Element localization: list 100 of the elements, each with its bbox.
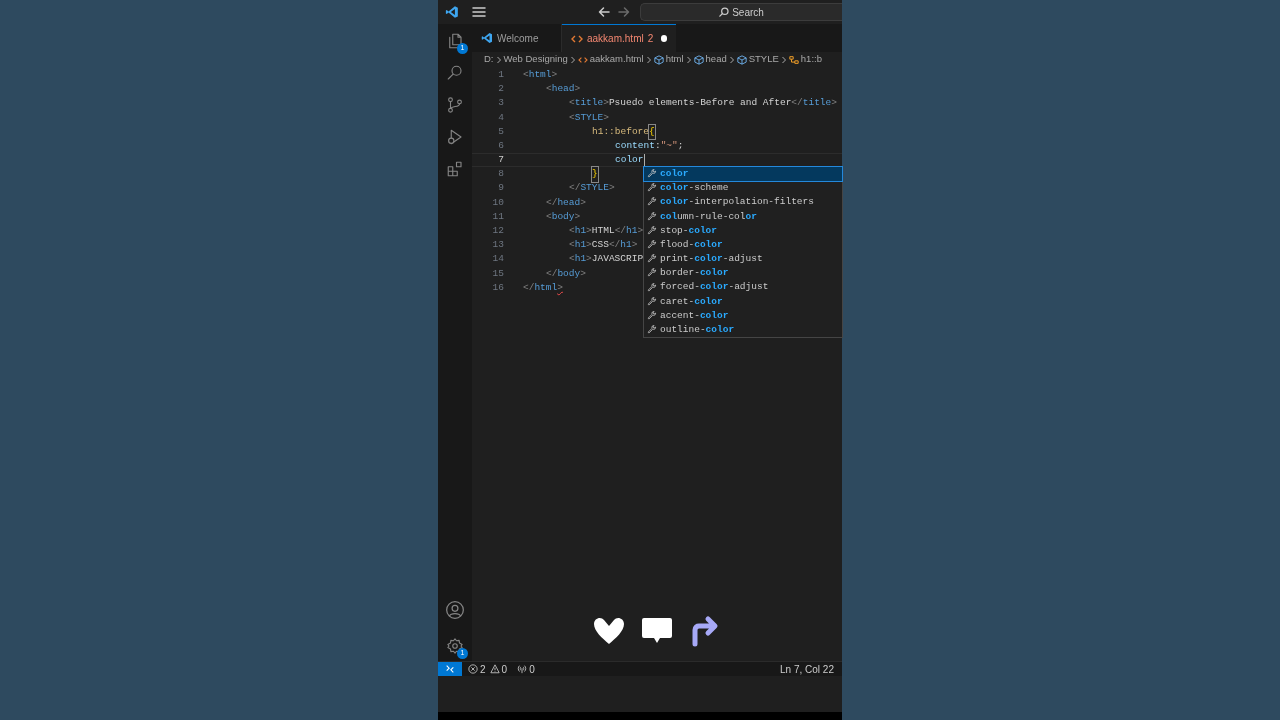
menu-icon[interactable]: [472, 6, 486, 18]
suggestion-item[interactable]: outline-color: [644, 323, 842, 338]
wrench-icon: [647, 225, 657, 236]
line-number: 3: [497, 96, 504, 111]
wrench-icon: [647, 197, 657, 208]
editor-tab[interactable]: aakkam.html 2: [562, 24, 676, 52]
code-line: content:"~";: [615, 138, 684, 153]
code-line: <title>Psuedo elements-Before and After</title>: [569, 96, 837, 111]
breadcrumb-item[interactable]: STYLE: [748, 52, 779, 67]
forward-arrow-icon[interactable]: [618, 6, 630, 18]
ports-count[interactable]: 0: [529, 661, 535, 677]
line-number: 4: [497, 110, 504, 125]
chevron-icon: [780, 55, 787, 64]
code-line: color: [615, 153, 645, 168]
wrench-icon: [647, 296, 657, 307]
code-line: </html>: [523, 280, 563, 295]
cube-icon: [653, 54, 664, 65]
suggestion-item[interactable]: print-color-adjust: [644, 252, 842, 267]
breadcrumb-item[interactable]: h1::b: [800, 52, 822, 67]
line-number: 13: [491, 238, 504, 253]
code-line: <h1>HTML</h1>: [569, 224, 644, 239]
run-debug-icon[interactable]: [446, 128, 464, 146]
wrench-icon: [647, 169, 657, 180]
breadcrumb-item[interactable]: D:: [484, 52, 494, 67]
explorer-icon[interactable]: [446, 32, 464, 50]
remote-icon: [445, 664, 455, 674]
code-file-icon: [571, 33, 583, 44]
error-icon: [468, 664, 478, 674]
code-line: <html>: [523, 67, 558, 82]
chevron-icon: [495, 55, 502, 64]
vscode-logo-icon: [481, 32, 493, 44]
chevron-icon: [728, 55, 735, 64]
wrench-icon: [647, 254, 657, 265]
breadcrumb-item[interactable]: head: [705, 52, 727, 67]
line-number: 10: [491, 195, 504, 210]
line-number: 7: [497, 153, 504, 168]
suggestion-item[interactable]: color-interpolation-filters: [644, 195, 842, 210]
line-number: 9: [497, 181, 504, 196]
line-number: 6: [497, 138, 504, 153]
code-line: </head>: [546, 195, 586, 210]
chevron-icon: [645, 55, 652, 64]
wrench-icon: [647, 211, 657, 222]
suggestion-item[interactable]: color-scheme: [644, 181, 842, 196]
code-line: <body>: [546, 209, 581, 224]
suggestion-item[interactable]: accent-color: [644, 308, 842, 324]
error-count[interactable]: 2: [480, 661, 486, 677]
line-number: 15: [491, 266, 504, 281]
wrench-icon: [647, 325, 657, 336]
code-line: <head>: [546, 82, 581, 97]
chevron-icon: [569, 55, 576, 64]
line-number: 16: [491, 280, 504, 295]
code-file-icon: [577, 55, 588, 64]
search-icon: [719, 7, 730, 17]
extensions-icon[interactable]: [446, 160, 464, 178]
code-line: h1::before{: [592, 124, 655, 139]
suggestion-item[interactable]: caret-color: [644, 294, 842, 309]
code-line: </STYLE>: [569, 181, 615, 196]
suggestion-item[interactable]: flood-color: [644, 237, 842, 253]
code-line: <STYLE>: [569, 110, 609, 125]
account-icon[interactable]: [445, 600, 465, 620]
warning-icon: [489, 664, 500, 674]
line-number: 11: [491, 209, 504, 224]
structure-icon: [788, 54, 799, 65]
remote-button[interactable]: [438, 662, 462, 676]
warning-count[interactable]: 0: [501, 661, 508, 677]
cube-icon: [693, 54, 704, 65]
line-number: 14: [491, 252, 504, 267]
search-icon[interactable]: [446, 64, 464, 82]
wrench-icon: [647, 268, 657, 279]
antenna-icon: [517, 664, 528, 674]
cursor-position[interactable]: Ln 7, Col 22: [780, 661, 834, 677]
line-number: 8: [497, 167, 504, 182]
settings-icon[interactable]: [446, 637, 464, 655]
search-field[interactable]: Search: [640, 3, 842, 21]
suggestion-item[interactable]: stop-color: [644, 223, 842, 238]
chevron-icon: [685, 55, 692, 64]
code-line: }: [592, 167, 598, 182]
text-cursor: [643, 154, 645, 167]
suggestion-item[interactable]: color: [644, 167, 842, 182]
line-number: 2: [497, 82, 504, 97]
breadcrumb-item[interactable]: aakkam.html: [589, 52, 644, 67]
back-arrow-icon[interactable]: [598, 6, 610, 18]
wrench-icon: [647, 240, 657, 251]
source-control-icon[interactable]: [446, 96, 464, 114]
wrench-icon: [647, 183, 657, 194]
line-number: 1: [497, 67, 504, 82]
code-line: <h1>CSS</h1>: [569, 238, 638, 253]
line-number: 5: [497, 124, 504, 139]
vscode-logo-icon: [445, 5, 459, 19]
wrench-icon: [647, 282, 657, 293]
heart-icon[interactable]: [592, 616, 626, 646]
breadcrumb-item[interactable]: Web Designing: [503, 52, 568, 67]
cube-icon: [736, 54, 747, 65]
breadcrumb-item[interactable]: html: [665, 52, 684, 67]
suggestion-item[interactable]: border-color: [644, 266, 842, 281]
suggestion-item[interactable]: column-rule-color: [644, 209, 842, 224]
suggestion-item[interactable]: forced-color-adjust: [644, 280, 842, 295]
code-line: </body>: [546, 266, 586, 281]
code-line: <h1>JAVASCRIP: [569, 252, 644, 267]
line-number: 12: [491, 224, 504, 239]
